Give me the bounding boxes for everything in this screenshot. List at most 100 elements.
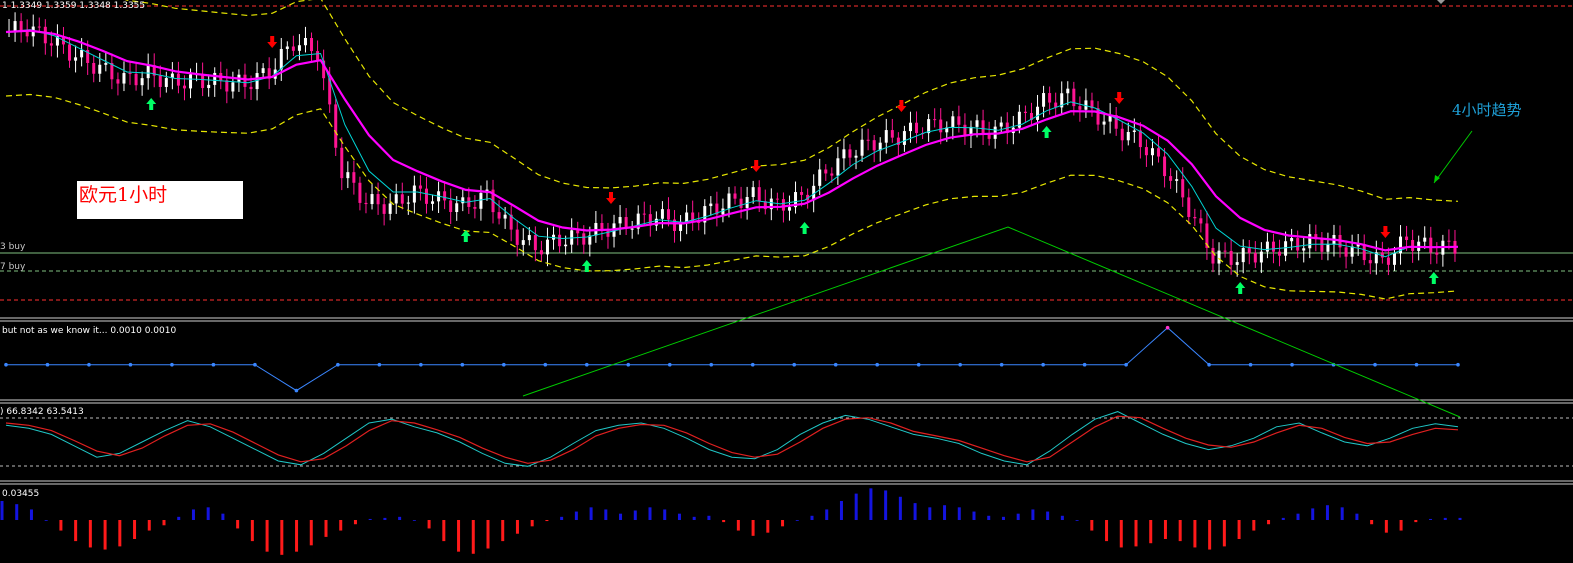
histogram-bar-17 [250, 520, 254, 542]
histogram-bar-97 [1429, 518, 1433, 520]
candle-body-148 [902, 131, 906, 145]
candle-body-209 [1271, 241, 1275, 252]
candle-body-221 [1344, 247, 1348, 257]
candle-body-134 [818, 169, 822, 186]
candle-body-12 [80, 50, 84, 58]
buy-arrow-icon-5 [1235, 282, 1246, 294]
annotation-box: 欧元1小时 [77, 181, 243, 219]
candle-body-85 [521, 240, 525, 245]
candle-body-161 [981, 120, 985, 134]
candle-body-232 [1411, 240, 1415, 251]
histogram-bar-96 [1414, 520, 1418, 523]
candle-body-131 [800, 192, 804, 195]
chart-root [0, 0, 1573, 555]
candle-body-140 [854, 155, 858, 158]
candle-body-194 [1181, 179, 1185, 198]
candle-body-185 [1126, 131, 1130, 141]
step-indicator-point-2 [87, 362, 91, 367]
histogram-bar-41 [604, 509, 608, 520]
histogram-bar-84 [1237, 520, 1241, 539]
histogram-bar-56 [825, 509, 829, 520]
candle-body-231 [1405, 236, 1409, 241]
candle-body-160 [975, 120, 979, 127]
step-indicator-point-4 [170, 362, 174, 367]
candle-body-192 [1169, 176, 1173, 181]
histogram-bar-6 [88, 520, 92, 548]
candle-body-92 [564, 244, 568, 247]
histogram-bar-1 [15, 504, 19, 520]
candle-body-180 [1096, 108, 1100, 125]
histogram-bar-68 [1001, 516, 1005, 520]
step-indicator-point-3 [128, 362, 133, 367]
candle-body-56 [346, 172, 350, 179]
histogram-bar-46 [677, 513, 681, 520]
candle-body-66 [406, 202, 410, 204]
candle-body-135 [824, 169, 828, 174]
scroll-marker-icon [1437, 0, 1445, 4]
candle-body-23 [146, 65, 150, 79]
candle-body-222 [1350, 246, 1354, 257]
candle-body-181 [1102, 121, 1106, 125]
histogram-bar-39 [574, 511, 578, 520]
histogram-bar-20 [295, 520, 299, 552]
histogram-bar-54 [795, 520, 799, 521]
candle-body-139 [848, 149, 852, 158]
histogram-bar-32 [471, 520, 475, 554]
histogram-bar-24 [353, 520, 357, 525]
histogram-bar-40 [589, 507, 593, 520]
step-indicator-point-29 [1207, 362, 1211, 367]
histogram-bar-89 [1311, 508, 1315, 520]
candle-body-228 [1386, 257, 1390, 265]
histogram-bar-94 [1384, 520, 1388, 533]
candle-body-157 [957, 116, 961, 125]
candle-body-89 [545, 239, 549, 255]
candle-body-40 [249, 86, 253, 90]
histogram-bar-36 [530, 520, 534, 527]
candle-body-81 [497, 212, 501, 219]
step-indicator-point-21 [875, 362, 879, 367]
candle-body-137 [836, 158, 840, 176]
panel-grid-layer [0, 317, 1573, 485]
candle-body-108 [660, 209, 664, 219]
candle-body-46 [285, 46, 289, 49]
stochastic-panel [0, 411, 1573, 467]
candle-body-34 [213, 72, 217, 85]
fast-ma-line [5, 29, 1459, 258]
histogram-bar-95 [1399, 520, 1403, 531]
step-indicator-point-19 [792, 362, 797, 367]
histogram-bar-59 [869, 488, 873, 520]
candle-body-36 [225, 80, 229, 92]
step-indicator-point-11 [460, 362, 465, 367]
candle-body-32 [201, 74, 205, 89]
step-indicator-point-31 [1290, 362, 1294, 367]
price-panel-header: 1 1.3349 1.3359 1.3348 1.3355 [2, 1, 146, 11]
histogram-bar-7 [103, 520, 107, 550]
candle-body-184 [1120, 128, 1124, 141]
candle-body-215 [1308, 234, 1312, 249]
step-indicator-point-6 [253, 362, 257, 367]
sell-arrow-icon-5 [1380, 226, 1391, 238]
histogram-bar-30 [442, 520, 446, 542]
candle-body-65 [400, 194, 404, 204]
histogram-bar-65 [957, 507, 961, 520]
candle-body-213 [1296, 238, 1300, 251]
histogram-bar-50 [736, 520, 740, 531]
histogram-bar-42 [619, 513, 623, 520]
candle-body-29 [182, 85, 186, 89]
candle-body-91 [558, 234, 562, 247]
histogram-bar-81 [1193, 520, 1197, 548]
candle-body-234 [1423, 237, 1427, 242]
step-indicator-point-15 [626, 362, 631, 367]
candle-body-60 [370, 194, 374, 205]
histogram-bar-66 [972, 511, 976, 520]
candle-body-229 [1392, 253, 1396, 265]
histogram-bar-64 [943, 505, 947, 520]
histogram-bar-25 [368, 518, 372, 520]
candle-body-82 [503, 214, 507, 219]
candle-body-10 [68, 44, 72, 61]
step-indicator-point-7 [294, 388, 299, 393]
candle-body-15 [98, 64, 102, 74]
candle-body-58 [358, 182, 362, 203]
candle-body-224 [1362, 244, 1366, 261]
candle-body-101 [618, 217, 622, 224]
